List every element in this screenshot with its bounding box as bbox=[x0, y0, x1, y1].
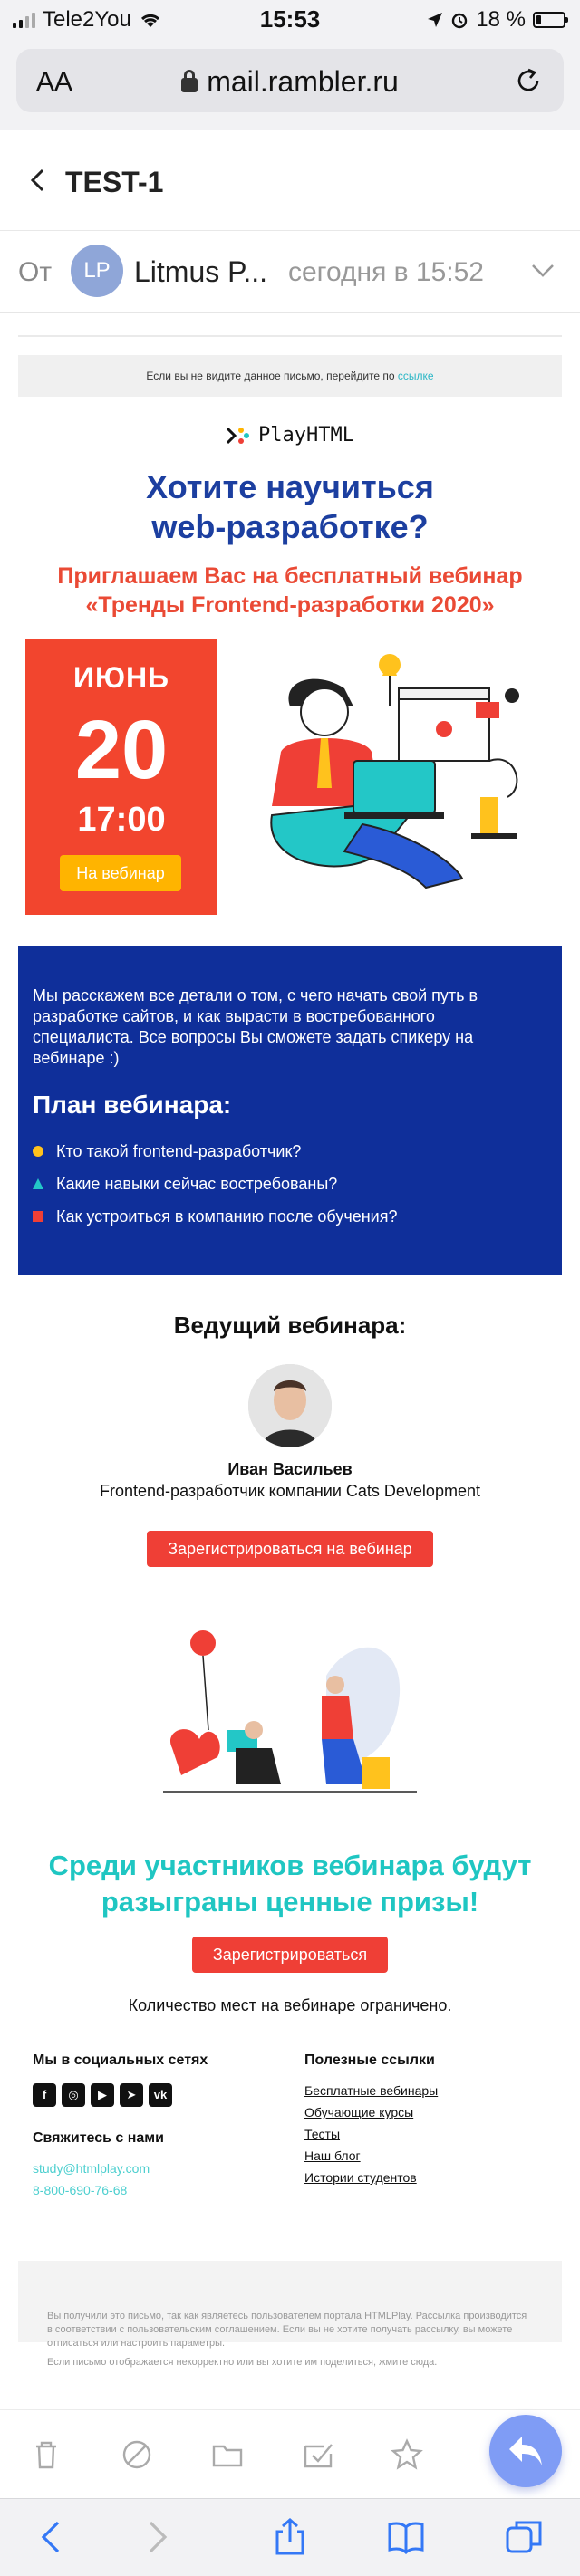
links-title: Полезные ссылки bbox=[304, 2052, 435, 2068]
reply-icon bbox=[509, 2437, 542, 2465]
contact-email[interactable]: study@htmlplay.com bbox=[33, 2161, 268, 2176]
sender-name: Litmus P... bbox=[134, 255, 268, 288]
contact-phone[interactable]: 8-800-690-76-68 bbox=[33, 2183, 268, 2197]
plan-item: Как устроиться в компанию после обучения… bbox=[33, 1206, 397, 1239]
date-day: 20 bbox=[74, 704, 169, 796]
subhead-line-1: Приглашаем Вас на бесплатный вебинар bbox=[57, 563, 523, 589]
footer-links: Полезные ссылки Бесплатные вебинары Обуч… bbox=[304, 2052, 540, 2192]
headline-line-1: Хотите научиться bbox=[146, 468, 434, 505]
youtube-icon[interactable]: ▶ bbox=[91, 2083, 114, 2107]
plan-item-text: Какие навыки сейчас востребованы? bbox=[56, 1175, 338, 1193]
footer-link[interactable]: Наш блог bbox=[304, 2148, 540, 2163]
location-icon bbox=[428, 13, 443, 27]
spam-icon[interactable] bbox=[120, 2437, 154, 2472]
host-portrait-icon bbox=[248, 1364, 332, 1447]
mark-read-icon[interactable] bbox=[301, 2437, 335, 2472]
prizes-line-2: разыграны ценные призы! bbox=[101, 1886, 479, 1918]
preheader: Если вы не видите данное письмо, перейди… bbox=[18, 355, 562, 397]
legal-text-2: Если письмо отображается некорректно или… bbox=[47, 2357, 438, 2368]
prizes-illustration bbox=[163, 1630, 417, 1793]
logo-text: PlayHTML bbox=[258, 424, 354, 447]
telegram-icon[interactable]: ➤ bbox=[120, 2083, 143, 2107]
share-icon[interactable] bbox=[270, 2517, 310, 2557]
logo[interactable]: PlayHTML bbox=[0, 424, 580, 447]
divider bbox=[18, 335, 562, 337]
legal-text: Вы получили это письмо, так как являетес… bbox=[47, 2311, 527, 2349]
back-icon[interactable] bbox=[25, 168, 51, 193]
info-box: Мы расскажем все детали о том, с чего на… bbox=[18, 946, 562, 1275]
browser-address-area: AA mail.rambler.ru bbox=[0, 40, 580, 130]
lock-icon bbox=[181, 70, 198, 92]
logo-icon bbox=[226, 427, 250, 445]
red-square-icon bbox=[33, 1211, 44, 1222]
sender-avatar: LP bbox=[71, 245, 123, 297]
status-right: 18 % bbox=[427, 7, 568, 33]
subhead-line-2: «Тренды Frontend-разработки 2020» bbox=[85, 592, 495, 618]
bookmarks-icon[interactable] bbox=[386, 2517, 426, 2557]
webinar-button[interactable]: На вебинар bbox=[60, 855, 181, 891]
limited-notice: Количество мест на вебинаре ограничено. bbox=[128, 1996, 452, 2014]
footer-link[interactable]: Бесплатные вебинары bbox=[304, 2083, 540, 2098]
headline-line-2: web-разработке? bbox=[151, 508, 429, 545]
footer-link[interactable]: Обучающие курсы bbox=[304, 2105, 540, 2119]
trash-icon[interactable] bbox=[29, 2437, 63, 2472]
chevron-down-icon[interactable] bbox=[529, 257, 556, 284]
tabs-icon[interactable] bbox=[504, 2517, 544, 2557]
prizes-line-1: Среди участников вебинара будут bbox=[48, 1850, 532, 1881]
intro-text: Мы расскажем все детали о том, с чего на… bbox=[33, 986, 478, 1067]
status-bar: Tele2You 15:53 18 % bbox=[0, 0, 580, 40]
social-links: f ◎ ▶ ➤ vk bbox=[33, 2083, 268, 2107]
headline: Хотите научиться web-разработке? bbox=[0, 467, 580, 547]
date-card: ИЮНЬ 20 17:00 На вебинар bbox=[25, 639, 218, 915]
instagram-icon[interactable]: ◎ bbox=[62, 2083, 85, 2107]
mail-date: сегодня в 15:52 bbox=[288, 257, 484, 287]
preheader-text: Если вы не видите данное письмо, перейди… bbox=[146, 370, 395, 382]
preheader-link[interactable]: ссылке bbox=[398, 370, 434, 382]
register-webinar-button[interactable]: Зарегистрироваться на вебинар bbox=[147, 1531, 433, 1567]
footer-link[interactable]: Истории студентов bbox=[304, 2170, 540, 2185]
date-time: 17:00 bbox=[77, 801, 166, 839]
plan-title: План вебинара: bbox=[33, 1091, 232, 1119]
address-bar[interactable]: AA mail.rambler.ru bbox=[16, 49, 564, 112]
social-title: Мы в социальных сетях bbox=[33, 2052, 208, 2068]
legal-notice: Вы получили это письмо, так как являетес… bbox=[18, 2261, 562, 2368]
teal-triangle-icon bbox=[33, 1178, 44, 1189]
plan-item: Какие навыки сейчас востребованы? bbox=[33, 1174, 397, 1206]
plan-item-text: Кто такой frontend-разработчик? bbox=[56, 1142, 302, 1160]
url-text: mail.rambler.ru bbox=[207, 65, 399, 98]
facebook-icon[interactable]: f bbox=[33, 2083, 56, 2107]
back-icon[interactable] bbox=[33, 2517, 72, 2557]
date-month: ИЮНЬ bbox=[72, 661, 170, 694]
vk-icon[interactable]: vk bbox=[149, 2083, 172, 2107]
yellow-circle-icon bbox=[33, 1146, 44, 1157]
contact-title: Свяжитесь с нами bbox=[33, 2130, 164, 2146]
battery-icon bbox=[533, 12, 568, 28]
browser-toolbar bbox=[0, 2498, 580, 2576]
forward-icon[interactable] bbox=[136, 2517, 176, 2557]
plan-list: Кто такой frontend-разработчик? Какие на… bbox=[33, 1141, 397, 1239]
plan-item: Кто такой frontend-разработчик? bbox=[33, 1141, 397, 1174]
host-role: Frontend-разработчик компании Cats Devel… bbox=[100, 1482, 480, 1500]
subheadline: Приглашаем Вас на бесплатный вебинар «Тр… bbox=[0, 562, 580, 620]
plan-item-text: Как устроиться в компанию после обучения… bbox=[56, 1207, 398, 1226]
prizes-heading: Среди участников вебинара будут разыгран… bbox=[0, 1848, 580, 1920]
from-label: От bbox=[18, 257, 53, 287]
mail-header: TEST-1 bbox=[0, 131, 580, 231]
reply-button[interactable] bbox=[489, 2415, 562, 2487]
mail-subject: TEST-1 bbox=[65, 166, 164, 198]
host-name: Иван Васильев bbox=[227, 1460, 353, 1478]
host-title: Ведущий вебинара: bbox=[173, 1312, 407, 1339]
sender-row[interactable]: От LP Litmus P... сегодня в 15:52 bbox=[0, 232, 580, 313]
footer-link[interactable]: Тесты bbox=[304, 2127, 540, 2141]
developer-illustration bbox=[270, 654, 519, 889]
star-icon[interactable] bbox=[390, 2437, 424, 2472]
footer-contacts: Мы в социальных сетях f ◎ ▶ ➤ vk Свяжите… bbox=[33, 2052, 268, 2205]
register-button[interactable]: Зарегистрироваться bbox=[192, 1937, 388, 1973]
reload-icon[interactable] bbox=[513, 65, 544, 96]
folder-icon[interactable] bbox=[210, 2437, 245, 2472]
url-field[interactable]: mail.rambler.ru bbox=[16, 65, 564, 99]
battery-percent: 18 % bbox=[476, 7, 526, 32]
alarm-icon bbox=[452, 13, 468, 29]
host-avatar bbox=[248, 1364, 332, 1447]
